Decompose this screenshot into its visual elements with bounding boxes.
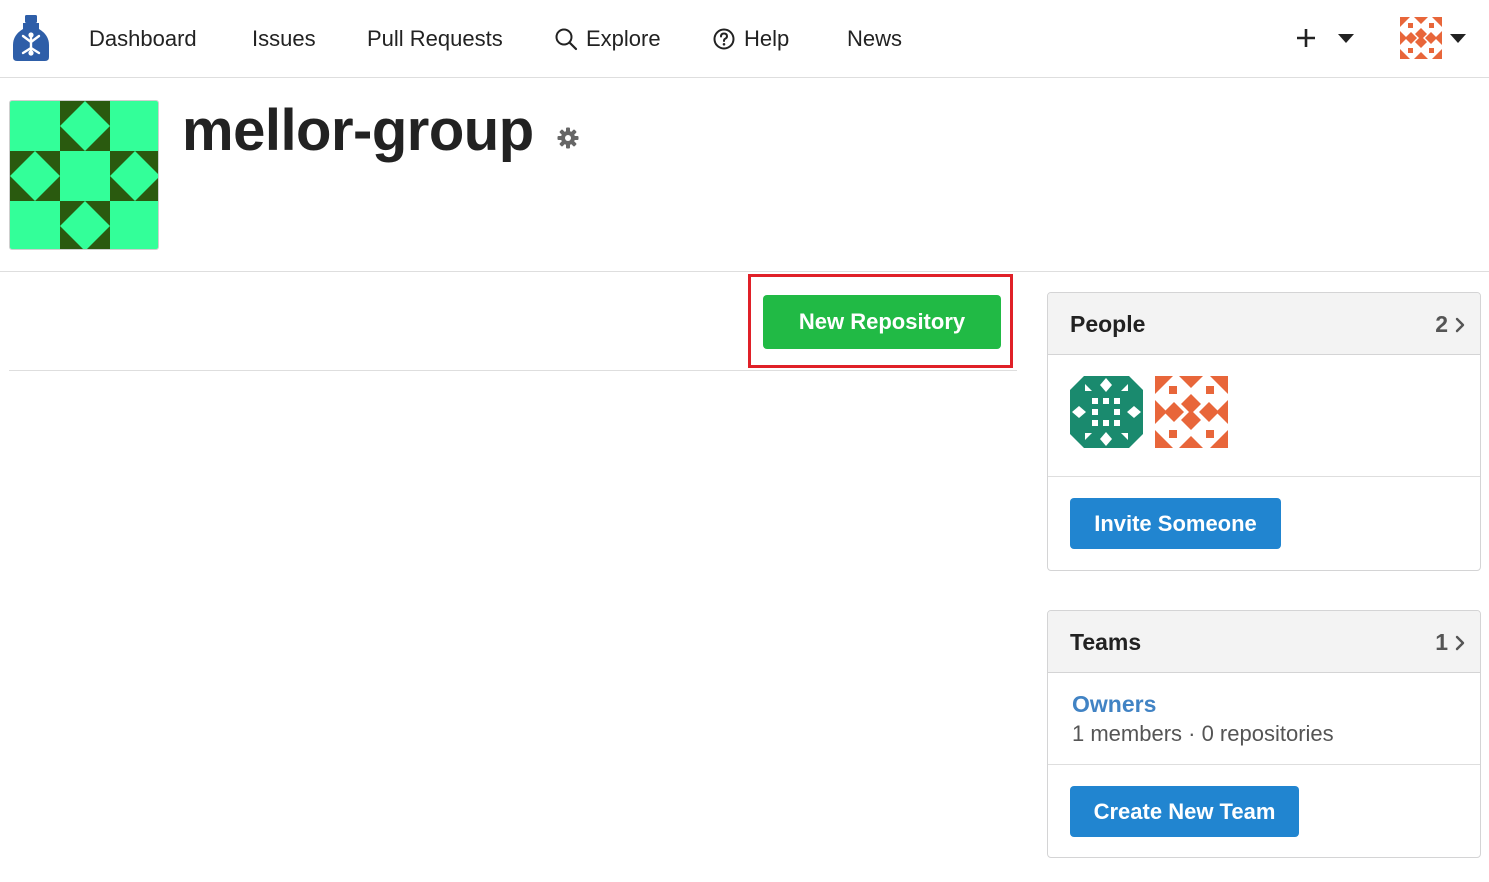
chevron-right-icon bbox=[1455, 635, 1465, 650]
nav-issues[interactable]: Issues bbox=[252, 22, 316, 56]
caret-down-icon bbox=[1338, 34, 1354, 43]
nav-pull-requests-label: Pull Requests bbox=[367, 26, 503, 51]
nav-explore[interactable]: Explore bbox=[554, 22, 661, 56]
identicon-orange-icon bbox=[1155, 376, 1228, 448]
chevron-right-icon bbox=[1455, 317, 1465, 332]
nav-news[interactable]: News bbox=[847, 22, 902, 56]
highlight-annotation bbox=[748, 274, 1013, 368]
create-new-team-button[interactable]: Create New Team bbox=[1070, 786, 1299, 837]
question-circle-icon bbox=[713, 28, 735, 50]
teams-card-header: Teams 1 bbox=[1048, 611, 1480, 673]
nav-news-label: News bbox=[847, 26, 903, 51]
org-avatar bbox=[9, 100, 159, 250]
teams-card: Teams 1 Owners 1 members · 0 repositorie… bbox=[1047, 610, 1481, 858]
gitea-logo-icon[interactable] bbox=[12, 15, 50, 61]
nav-pull-requests[interactable]: Pull Requests bbox=[367, 22, 503, 56]
nav-dashboard-label: Dashboard bbox=[89, 26, 197, 51]
nav-help[interactable]: Help bbox=[712, 22, 789, 56]
create-dropdown[interactable] bbox=[1294, 22, 1356, 54]
plus-icon bbox=[1297, 29, 1315, 47]
nav-dashboard[interactable]: Dashboard bbox=[89, 22, 197, 56]
people-count: 2 bbox=[1435, 311, 1448, 337]
caret-down-icon bbox=[1450, 34, 1466, 43]
user-avatar-icon bbox=[1400, 17, 1442, 59]
user-menu-dropdown[interactable] bbox=[1400, 17, 1468, 59]
member-avatar[interactable] bbox=[1070, 376, 1143, 448]
org-name: mellor-group bbox=[182, 98, 534, 163]
teams-count-link[interactable]: 1 bbox=[1435, 629, 1466, 656]
identicon-teal-icon bbox=[1070, 376, 1143, 448]
people-card-header: People 2 bbox=[1048, 293, 1480, 355]
nav-explore-label: Explore bbox=[586, 26, 661, 51]
people-card-divider bbox=[1048, 476, 1480, 477]
top-navbar: Dashboard Issues Pull Requests Explore H… bbox=[0, 0, 1489, 78]
teams-card-divider bbox=[1048, 764, 1480, 765]
people-title: People bbox=[1070, 311, 1146, 337]
people-card: People 2 Invite Someone bbox=[1047, 292, 1481, 571]
teams-count: 1 bbox=[1435, 629, 1448, 655]
people-count-link[interactable]: 2 bbox=[1435, 311, 1466, 338]
gear-icon bbox=[557, 127, 579, 149]
search-icon bbox=[555, 28, 578, 51]
team-owners-meta: 1 members · 0 repositories bbox=[1072, 721, 1334, 746]
nav-help-label: Help bbox=[744, 26, 790, 51]
team-owners-link[interactable]: Owners bbox=[1072, 691, 1156, 718]
invite-someone-button[interactable]: Invite Someone bbox=[1070, 498, 1281, 549]
teams-title: Teams bbox=[1070, 629, 1142, 655]
org-settings-link[interactable] bbox=[556, 126, 580, 150]
nav-issues-label: Issues bbox=[252, 26, 316, 51]
org-header: mellor-group bbox=[0, 78, 1489, 272]
member-avatar[interactable] bbox=[1155, 376, 1228, 448]
